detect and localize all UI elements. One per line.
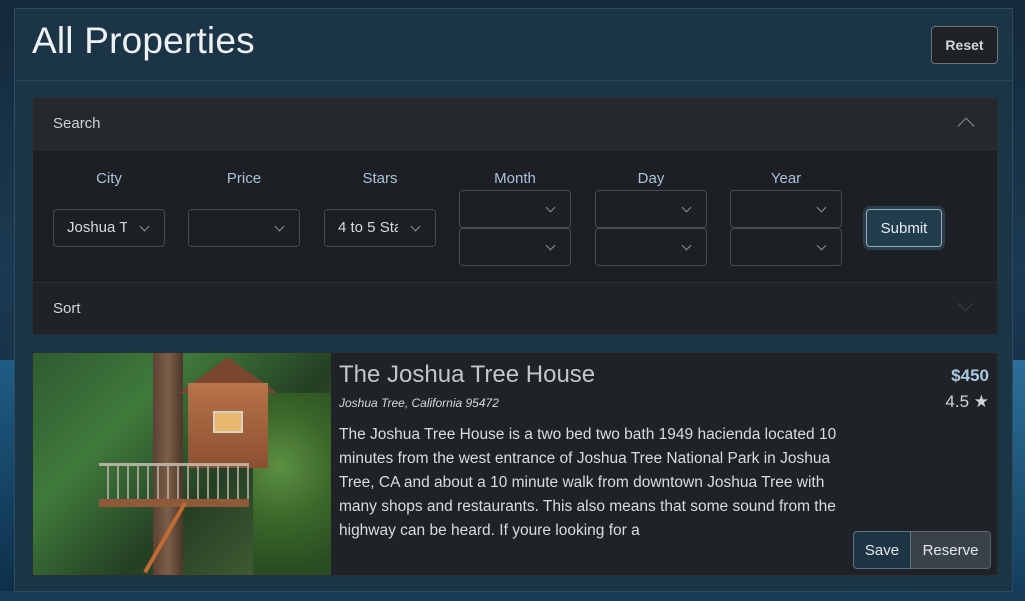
stars-label: Stars — [362, 170, 398, 187]
chevron-down-icon — [274, 221, 285, 232]
price-label: Price — [226, 170, 262, 187]
chevron-down-icon — [410, 221, 421, 232]
property-rating: 4.5 ★ — [945, 392, 989, 411]
property-description: The Joshua Tree House is a two bed two b… — [339, 426, 837, 539]
chevron-down-icon — [681, 240, 692, 251]
photo-window — [213, 411, 243, 433]
city-select[interactable]: Joshua Tree — [53, 209, 165, 247]
search-accordion: Search City Price Stars Month Day Year J… — [32, 97, 998, 335]
chevron-down-icon — [816, 240, 827, 251]
property-price: $450 — [951, 366, 989, 385]
search-label: Search — [53, 115, 101, 132]
page-title: All Properties — [32, 20, 255, 61]
chevron-down-icon — [681, 202, 692, 213]
sort-accordion-header[interactable]: Sort — [33, 282, 997, 334]
chevron-down-icon — [139, 221, 150, 232]
year-end-select[interactable] — [730, 228, 842, 266]
property-photo — [33, 353, 331, 575]
sort-label: Sort — [53, 300, 81, 317]
property-location: Joshua Tree, California 95472 — [339, 396, 499, 410]
day-end-select[interactable] — [595, 228, 707, 266]
stars-select-value: 4 to 5 Stars — [338, 219, 398, 236]
month-start-select[interactable] — [459, 190, 571, 228]
chevron-down-icon — [545, 202, 556, 213]
stars-select[interactable]: 4 to 5 Stars — [324, 209, 436, 247]
city-select-value: Joshua Tree — [67, 219, 127, 236]
photo-deck-railing — [99, 463, 249, 499]
property-card: The Joshua Tree House Joshua Tree, Calif… — [32, 352, 998, 576]
chevron-up-icon[interactable] — [957, 117, 975, 135]
month-label: Month — [494, 170, 536, 187]
price-select[interactable] — [188, 209, 300, 247]
chevron-down-icon — [545, 240, 556, 251]
properties-panel: All Properties Reset Search City Price S… — [14, 8, 1013, 592]
property-actions: Save Reserve — [853, 531, 991, 569]
reserve-button[interactable]: Reserve — [911, 531, 991, 569]
save-button[interactable]: Save — [853, 531, 911, 569]
year-label: Year — [770, 170, 802, 187]
background-bottom — [0, 591, 1025, 601]
submit-button[interactable]: Submit — [866, 209, 942, 247]
day-start-select[interactable] — [595, 190, 707, 228]
page-header: All Properties Reset — [15, 9, 1012, 81]
reset-button[interactable]: Reset — [931, 26, 998, 64]
day-label: Day — [637, 170, 665, 187]
photo-deck-base — [99, 499, 249, 507]
chevron-down-icon — [816, 202, 827, 213]
city-label: City — [96, 170, 122, 187]
search-accordion-header[interactable]: Search — [33, 98, 997, 150]
month-end-select[interactable] — [459, 228, 571, 266]
property-title: The Joshua Tree House — [339, 361, 596, 388]
year-start-select[interactable] — [730, 190, 842, 228]
